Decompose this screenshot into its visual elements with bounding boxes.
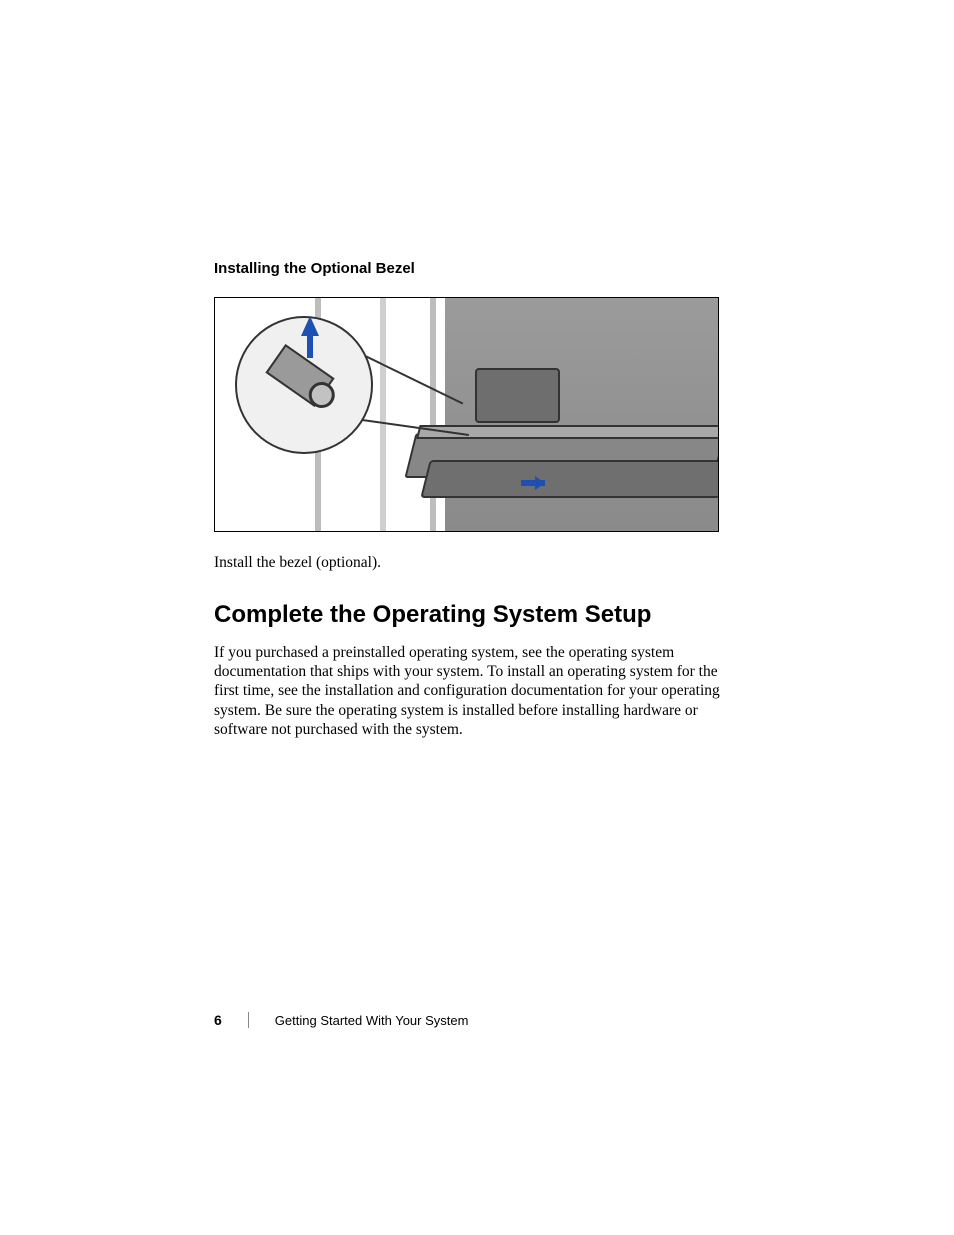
- running-title: Getting Started With Your System: [275, 1013, 469, 1028]
- section-title: Complete the Operating System Setup: [214, 601, 742, 629]
- rack-post-left-inner: [380, 298, 386, 531]
- page-footer: 6 Getting Started With Your System: [214, 1012, 468, 1028]
- bezel-install-figure: [214, 297, 719, 532]
- key-turn-arrow-icon: [301, 316, 319, 336]
- page-content: Installing the Optional Bezel Install th…: [214, 260, 742, 739]
- insert-arrow-icon: [535, 476, 545, 490]
- body-text: Install the bezel (optional).: [214, 554, 742, 573]
- footer-divider: [248, 1012, 249, 1028]
- subsection-title: Installing the Optional Bezel: [214, 260, 742, 277]
- section-paragraph: If you purchased a preinstalled operatin…: [214, 643, 742, 740]
- monitor-icon: [475, 368, 560, 423]
- page-number: 6: [214, 1012, 222, 1028]
- front-bezel: [420, 460, 719, 498]
